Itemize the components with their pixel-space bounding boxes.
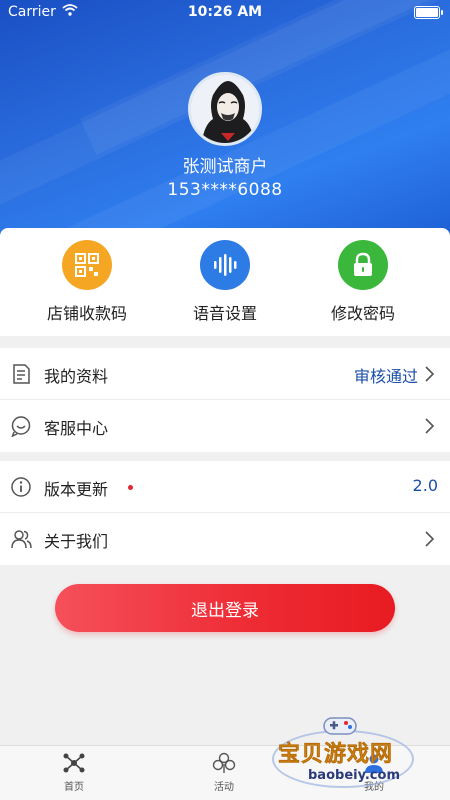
chat-bubble-icon [10,415,32,438]
molecule-icon [63,753,85,773]
qr-code-icon [62,240,112,290]
battery-icon [414,6,443,19]
menu-group-about: 版本更新 2.0 关于我们 [0,461,450,565]
tab-home[interactable]: 首页 [34,752,114,793]
menu-item-customer-service[interactable]: 客服中心 [0,400,450,452]
menu-item-label: 我的资料 [44,367,109,386]
profile-header: Carrier 10:26 AM 张测试商户 153****6088 [0,0,450,240]
avatar[interactable] [188,72,262,146]
update-badge [128,485,133,490]
chevron-right-icon [420,530,438,548]
hooded-mask-avatar-icon [191,75,259,143]
quick-action-label: 修改密码 [330,304,395,323]
menu-item-my-info[interactable]: 我的资料 审核通过 [0,348,450,400]
store-qr-code-button[interactable]: 店铺收款码 [12,240,162,324]
menu-item-about-us[interactable]: 关于我们 [0,513,450,565]
clover-icon [212,752,236,773]
tab-activity[interactable]: 活动 [184,752,264,793]
merchant-name: 张测试商户 [182,157,268,177]
people-icon [10,528,32,550]
menu-item-label: 客服中心 [44,419,109,438]
version-number: 2.0 [412,476,438,495]
phone-number: 153****6088 [167,180,283,200]
watermark-url: baobeiy.com [308,768,400,783]
quick-actions: 店铺收款码 语音设置 修改密码 [0,228,450,336]
status-bar: Carrier 10:26 AM [0,0,450,26]
change-password-button[interactable]: 修改密码 [288,240,438,324]
tab-label: 首页 [64,782,84,793]
watermark-title: 宝贝游戏网 [278,742,394,768]
info-icon [10,476,32,498]
logout-button[interactable]: 退出登录 [55,584,395,632]
gamepad-icon [323,717,357,735]
document-icon [10,363,32,385]
quick-action-label: 店铺收款码 [46,304,127,323]
tab-label: 活动 [214,782,234,793]
review-status: 审核通过 [353,367,418,386]
site-watermark: 宝贝游戏网 baobeiy.com [272,712,422,792]
chevron-right-icon [420,365,438,383]
chevron-right-icon [420,417,438,435]
menu-group-profile: 我的资料 审核通过 客服中心 [0,348,450,452]
menu-item-label: 版本更新 [44,480,109,499]
lock-icon [338,240,388,290]
menu-item-label: 关于我们 [44,532,109,551]
voice-wave-icon [200,240,250,290]
voice-settings-button[interactable]: 语音设置 [150,240,300,324]
quick-action-label: 语音设置 [192,304,257,323]
status-time: 10:26 AM [187,4,263,20]
menu-item-version-update[interactable]: 版本更新 2.0 [0,461,450,513]
